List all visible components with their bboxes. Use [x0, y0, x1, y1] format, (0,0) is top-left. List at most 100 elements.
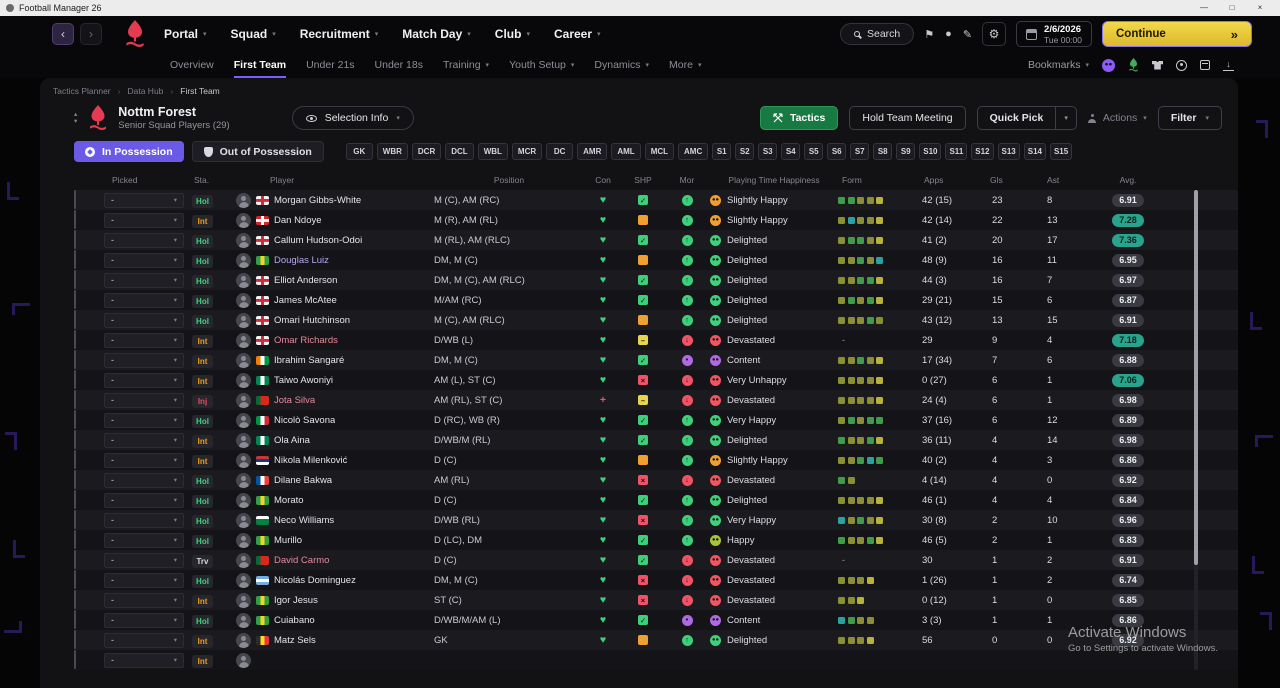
player-cell[interactable]: Morgan Gibbs-White [236, 192, 434, 208]
selection-info-dropdown[interactable]: Selection Info ▾ [291, 106, 414, 130]
player-name[interactable]: Elliot Anderson [274, 275, 337, 286]
player-cell[interactable]: Taiwo Awoniyi [236, 372, 434, 388]
player-cell[interactable]: Elliot Anderson [236, 272, 434, 288]
player-cell[interactable]: Dan Ndoye [236, 212, 434, 228]
picked-dropdown[interactable]: - ▾ [104, 512, 184, 528]
menu-item[interactable]: Portal ▾ [164, 27, 207, 41]
menu-item[interactable]: Squad ▾ [231, 27, 276, 41]
position-filter[interactable]: S5 [804, 143, 824, 160]
row-checkbox[interactable] [74, 290, 76, 309]
picked-dropdown[interactable]: - ▾ [104, 452, 184, 468]
table-scrollbar[interactable] [1194, 190, 1198, 670]
player-name[interactable]: Ibrahim Sangaré [274, 355, 344, 366]
picked-dropdown[interactable]: - ▾ [104, 432, 184, 448]
player-cell[interactable]: Igor Jesus [236, 592, 434, 608]
player-name[interactable]: David Carmo [274, 555, 329, 566]
table-row[interactable]: - ▾ Int Igor Jesus ST (C) ♥ × ↓ Devastate… [74, 590, 1238, 610]
picked-dropdown[interactable]: - ▾ [104, 392, 184, 408]
picked-dropdown[interactable]: - ▾ [104, 292, 184, 308]
column-header-ast[interactable]: Ast [1043, 175, 1098, 185]
column-header-apps[interactable]: Apps [918, 175, 988, 185]
position-filter[interactable]: DC [546, 143, 574, 160]
squad-tab[interactable]: Training ▾ [443, 52, 489, 78]
player-name[interactable]: Omari Hutchinson [274, 315, 350, 326]
row-checkbox[interactable] [74, 410, 76, 429]
player-cell[interactable]: Morato [236, 492, 434, 508]
squad-tab[interactable]: More ▾ [669, 52, 701, 78]
position-filter[interactable]: S9 [896, 143, 916, 160]
tab-out-of-possession[interactable]: Out of Possession [191, 141, 324, 162]
table-row[interactable]: - ▾ Int Omar Richards D/WB (L) ♥ – ↓ Deva… [74, 330, 1238, 350]
player-cell[interactable]: James McAtee [236, 292, 434, 308]
back-button[interactable]: ‹ [52, 23, 74, 45]
table-row[interactable]: - ▾ Inj Jota Silva AM (RL), ST (C) + – ↓ … [74, 390, 1238, 410]
player-name[interactable]: James McAtee [274, 295, 337, 306]
hold-team-meeting-button[interactable]: Hold Team Meeting [849, 106, 966, 130]
table-row[interactable]: - ▾ Hol Elliot Anderson DM, M (C), AM (RL… [74, 270, 1238, 290]
pencil-icon[interactable]: ✎ [963, 28, 972, 41]
picked-dropdown[interactable]: - ▾ [104, 632, 184, 648]
calendar-icon[interactable] [1200, 60, 1210, 70]
menu-item[interactable]: Match Day ▾ [402, 27, 471, 41]
position-filter[interactable]: DCR [411, 143, 442, 160]
player-name[interactable]: Douglas Luiz [274, 255, 329, 266]
continue-button[interactable]: Continue » [1102, 21, 1252, 47]
position-filter[interactable]: S6 [827, 143, 847, 160]
player-cell[interactable]: Dilane Bakwa [236, 472, 434, 488]
chevron-down-icon[interactable]: ▾ [1055, 107, 1076, 129]
player-name[interactable]: Taiwo Awoniyi [274, 375, 333, 386]
squad-tab[interactable]: Youth Setup ▾ [509, 52, 574, 78]
player-cell[interactable]: Nikola Milenković [236, 452, 434, 468]
row-checkbox[interactable] [74, 430, 76, 449]
picked-dropdown[interactable]: - ▾ [104, 532, 184, 548]
column-header-sta[interactable]: Sta. [192, 175, 236, 185]
player-cell[interactable]: Ibrahim Sangaré [236, 352, 434, 368]
menu-item[interactable]: Recruitment ▾ [300, 27, 379, 41]
table-row[interactable]: - ▾ Hol Dilane Bakwa AM (RL) ♥ × ↓ Devast… [74, 470, 1238, 490]
row-checkbox[interactable] [74, 630, 76, 649]
collapse-toggle[interactable]: ▴ ▾ [74, 111, 77, 125]
table-row[interactable]: - ▾ Trv David Carmo D (C) ♥ ✓ ↓ Devastate… [74, 550, 1238, 570]
row-checkbox[interactable] [74, 210, 76, 229]
maximize-button[interactable]: □ [1218, 0, 1246, 16]
player-name[interactable]: Omar Richards [274, 335, 338, 346]
breadcrumb-item[interactable]: First Team [180, 86, 220, 96]
tab-in-possession[interactable]: In Possession [74, 141, 184, 162]
menu-item[interactable]: Career ▾ [554, 27, 601, 41]
row-checkbox[interactable] [74, 330, 76, 349]
settings-button[interactable]: ⚙ [982, 22, 1007, 46]
position-filter[interactable]: DCL [445, 143, 474, 160]
player-name[interactable]: Dan Ndoye [274, 215, 322, 226]
player-cell[interactable]: Nicolò Savona [236, 412, 434, 428]
column-header-picked[interactable]: Picked [104, 175, 192, 185]
column-header-avg[interactable]: Avg. [1098, 175, 1158, 185]
search-button[interactable]: Search [840, 23, 915, 45]
column-header-shp[interactable]: SHP [622, 175, 664, 185]
table-row[interactable]: - ▾ Int Ibrahim Sangaré DM, M (C) ♥ ✓ • C… [74, 350, 1238, 370]
squad-tab[interactable]: Under 18s ▾ [375, 52, 423, 78]
column-header-player[interactable]: Player [236, 175, 434, 185]
picked-dropdown[interactable]: - ▾ [104, 312, 184, 328]
table-row[interactable]: - ▾ Int Matz Sels GK ♥ ↑ Delighted 56 0 0… [74, 630, 1238, 650]
picked-dropdown[interactable]: - ▾ [104, 472, 184, 488]
position-filter[interactable]: S10 [919, 143, 942, 160]
player-cell[interactable]: Jota Silva [236, 392, 434, 408]
menu-item[interactable]: Club ▾ [495, 27, 530, 41]
position-filter[interactable]: S7 [850, 143, 870, 160]
position-filter[interactable]: S3 [758, 143, 778, 160]
player-cell[interactable] [236, 652, 434, 668]
picked-dropdown[interactable]: - ▾ [104, 652, 184, 668]
picked-dropdown[interactable]: - ▾ [104, 412, 184, 428]
picked-dropdown[interactable]: - ▾ [104, 492, 184, 508]
position-filter[interactable]: S8 [873, 143, 893, 160]
row-checkbox[interactable] [74, 470, 76, 489]
position-filter[interactable]: S13 [997, 143, 1020, 160]
player-cell[interactable]: Nicolás Dominguez [236, 572, 434, 588]
table-row[interactable]: - ▾ Hol Nicolò Savona D (RC), WB (R) ♥ ✓ … [74, 410, 1238, 430]
picked-dropdown[interactable]: - ▾ [104, 592, 184, 608]
player-name[interactable]: Morato [274, 495, 304, 506]
table-row[interactable]: - ▾ Int Taiwo Awoniyi AM (L), ST (C) ♥ × … [74, 370, 1238, 390]
bookmark-icon[interactable]: ⚑ [924, 28, 934, 41]
download-icon[interactable]: ↓ [1223, 59, 1234, 71]
column-header-form[interactable]: Form [838, 175, 918, 185]
